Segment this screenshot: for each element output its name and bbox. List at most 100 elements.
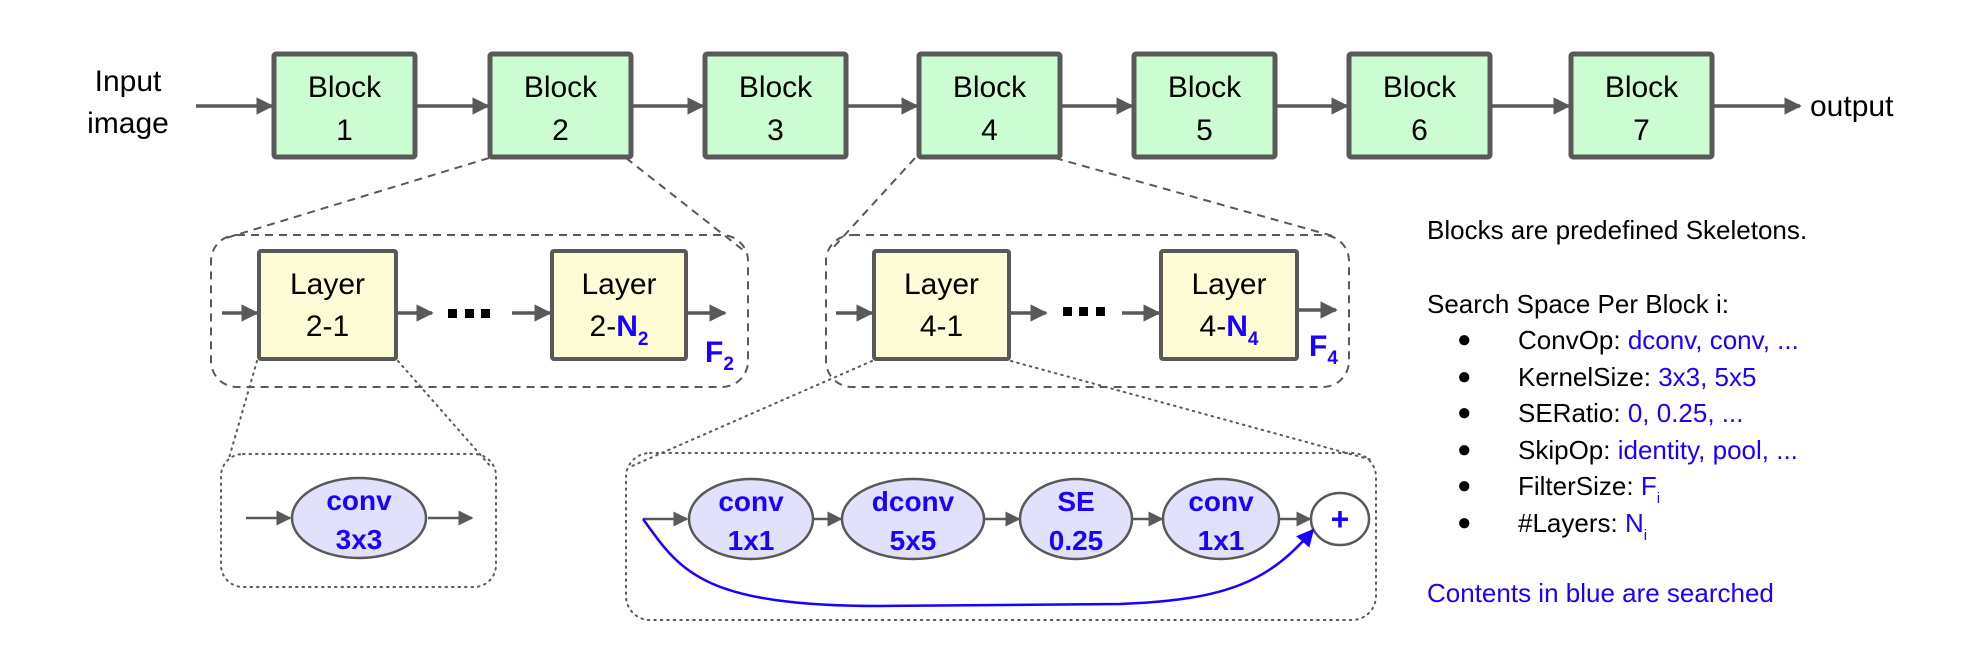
zoom-line — [1010, 360, 1373, 461]
zoom-line — [625, 157, 744, 251]
block-title: Block — [308, 71, 382, 104]
block-title: Block — [1168, 71, 1242, 104]
op-node-conv: conv 3x3 — [290, 476, 428, 560]
filter-var: F — [705, 336, 723, 369]
layer-2-n-title: Layer — [581, 268, 656, 301]
search-space-item: ● ConvOp: dconv, conv, ... — [1427, 322, 1967, 359]
op-param: 3x3 — [336, 524, 383, 555]
layer-4-n-prefix: 4- — [1200, 310, 1227, 343]
op-name: conv — [1188, 486, 1254, 517]
item-key: KernelSize: — [1518, 361, 1659, 392]
layer-2-n-var: N — [616, 310, 638, 343]
block2-expansion: Layer 2-1 Layer 2-N2 F2 — [210, 234, 749, 388]
layer-4-1-title: Layer — [904, 268, 979, 301]
layer-2-1-detail: conv 3x3 — [220, 453, 497, 588]
block-number: 2 — [552, 114, 569, 147]
plus-icon: + — [1331, 501, 1350, 537]
zoom-line — [228, 360, 258, 459]
filter-sub: 2 — [723, 354, 734, 375]
layer-2-1-id: 2-1 — [306, 310, 349, 343]
search-space-item: ● FilterSize: Fi — [1427, 468, 1967, 507]
zoom-line — [225, 157, 490, 239]
bullet-icon: ● — [1457, 362, 1472, 390]
block-title: Block — [1605, 71, 1679, 104]
block-title: Block — [524, 71, 598, 104]
search-space-item: ● KernelSize: 3x3, 5x5 — [1427, 359, 1967, 396]
filter-sub: 4 — [1327, 348, 1338, 369]
block-4: Block 4 — [916, 51, 1063, 160]
layer-4-1-detail: conv 1x1 dconv 5x5 SE 0.25 conv 1x1 + — [625, 452, 1377, 621]
block-1: Block 1 — [271, 51, 418, 160]
op-param: 5x5 — [890, 525, 937, 556]
input-label-line1: Input — [95, 65, 162, 98]
filter-size-f2: F2 — [705, 336, 734, 375]
filter-size-f4: F4 — [1309, 330, 1338, 369]
item-key: ConvOp: — [1518, 325, 1628, 355]
block4-expansion: Layer 4-1 Layer 4-N4 F4 — [825, 234, 1350, 388]
zoom-line — [397, 360, 493, 469]
op-param: 1x1 — [1198, 525, 1245, 556]
search-space-title: Search Space Per Block i: — [1427, 289, 1730, 319]
input-label-line2: image — [87, 107, 169, 140]
op-node-dconv: dconv 5x5 — [840, 477, 986, 561]
notes-intro: Blocks are predefined Skeletons. — [1427, 215, 1808, 245]
filter-var: F — [1309, 330, 1327, 363]
input-label: Input image — [87, 65, 169, 140]
block-7: Block 7 — [1568, 51, 1715, 160]
zoom-line — [631, 360, 873, 467]
layer-4-1-id: 4-1 — [920, 310, 963, 343]
block-2: Block 2 — [487, 51, 634, 160]
search-space-item: ● SERatio: 0, 0.25, ... — [1427, 395, 1967, 432]
item-value: dconv, conv, ... — [1627, 325, 1799, 355]
op-param: 0.25 — [1049, 525, 1104, 556]
item-value: F — [1640, 471, 1657, 501]
block4-zoom-lines — [830, 157, 1334, 251]
bullet-icon: ● — [1457, 435, 1472, 463]
item-value: 0, 0.25, ... — [1627, 398, 1744, 428]
op-node-SE: SE 0.25 — [1018, 477, 1134, 561]
block-number: 3 — [767, 114, 784, 147]
layer-4-n-var: N — [1226, 310, 1248, 343]
layer-4-n-sub: 4 — [1248, 329, 1259, 350]
op-name: dconv — [872, 486, 955, 517]
block-title: Block — [1383, 71, 1457, 104]
block-number: 7 — [1633, 114, 1650, 147]
block-number: 4 — [981, 114, 998, 147]
op-name: conv — [718, 486, 784, 517]
block-number: 1 — [336, 114, 353, 147]
layer-2-n-prefix: 2- — [590, 310, 617, 343]
search-space-item: ● SkipOp: identity, pool, ... — [1427, 432, 1967, 469]
layer-zoom-lines — [228, 360, 1373, 469]
search-space-list: ● ConvOp: dconv, conv, ... ● KernelSize: 3x… — [1427, 322, 1967, 544]
bullet-icon: ● — [1457, 472, 1472, 499]
block2-zoom-lines — [225, 157, 744, 251]
ellipsis-dots — [1063, 307, 1105, 316]
item-subscript: i — [1643, 526, 1648, 544]
block-number: 6 — [1411, 114, 1428, 147]
block-title: Block — [739, 71, 813, 104]
op-node-conv: conv 1x1 — [1161, 477, 1281, 561]
search-space-item: ● #Layers: Ni — [1427, 505, 1967, 544]
block-6: Block 6 — [1346, 51, 1493, 160]
item-key: FilterSize: — [1518, 471, 1641, 501]
op-name: conv — [326, 485, 392, 516]
bullet-icon: ● — [1457, 399, 1472, 426]
item-key: SERatio: — [1518, 398, 1628, 428]
search-space-notes: Blocks are predefined Skeletons. Search … — [1427, 212, 1967, 611]
notes-footer: Contents in blue are searched — [1427, 578, 1774, 608]
zoom-line — [1054, 157, 1334, 237]
layer-2-ops: conv 3x3 — [290, 476, 428, 560]
layer-4-ops: conv 1x1 dconv 5x5 SE 0.25 conv 1x1 — [687, 477, 1312, 561]
block-5: Block 5 — [1131, 51, 1278, 160]
item-value: 3x3, 5x5 — [1658, 361, 1757, 392]
layer-2-n-sub: 2 — [638, 329, 649, 350]
item-value: identity, pool, ... — [1617, 434, 1798, 465]
bullet-icon: ● — [1457, 326, 1472, 353]
add-node: + — [1309, 491, 1371, 547]
op-name: SE — [1057, 486, 1094, 517]
block-3: Block 3 — [702, 51, 849, 160]
item-key: SkipOp: — [1518, 434, 1618, 465]
bullet-icon: ● — [1457, 508, 1472, 536]
output-label: output — [1810, 90, 1894, 123]
op-node-conv: conv 1x1 — [687, 477, 815, 561]
